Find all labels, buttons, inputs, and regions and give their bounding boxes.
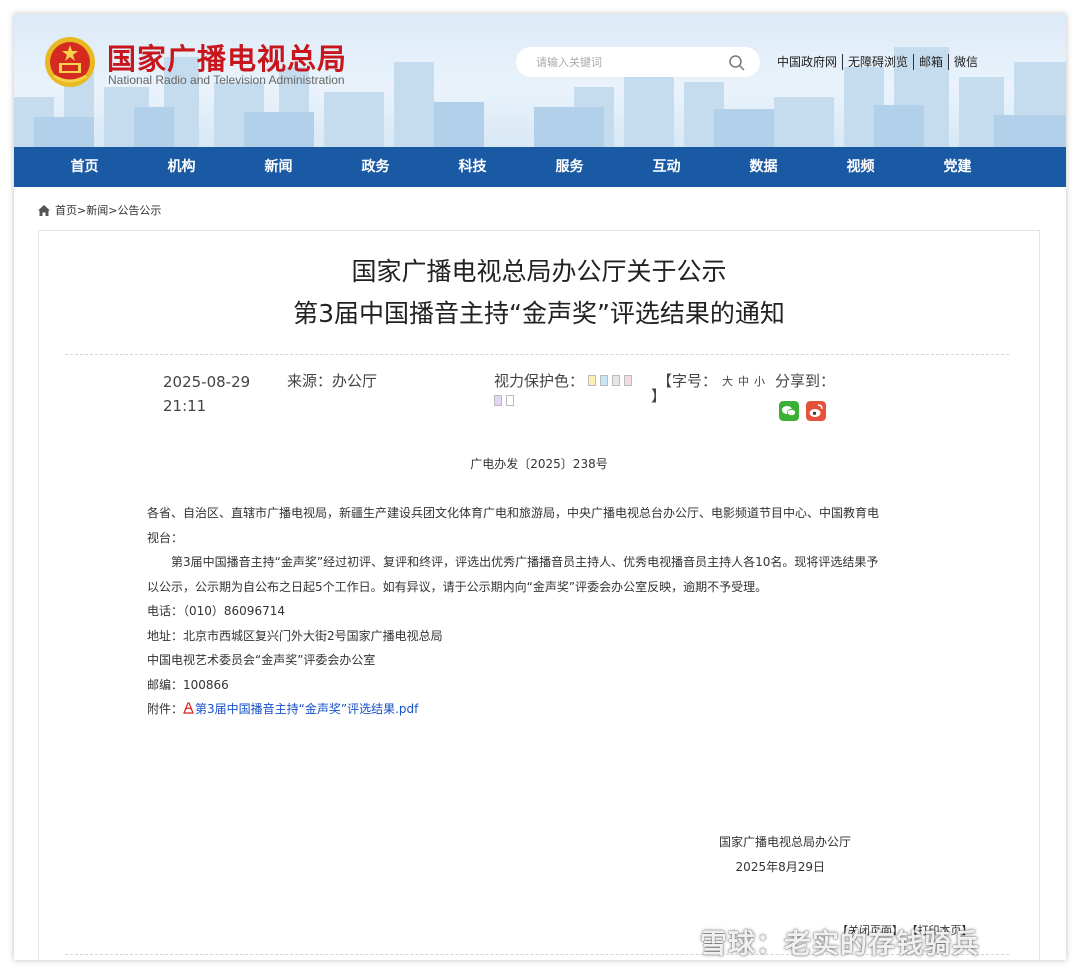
weibo-share-icon[interactable] — [806, 401, 826, 421]
color-swatch-yellow[interactable] — [588, 375, 597, 386]
breadcrumb: 首页> 新闻> 公告公示 — [38, 202, 161, 218]
font-size-control: 【字号： 大 中 小 — [657, 370, 765, 391]
main-paragraph: 第3届中国播音主持“金声奖”经过初评、复评和终评，评选出优秀广播播音员主持人、优… — [147, 555, 879, 594]
signer: 国家广播电视总局办公厅 — [718, 835, 851, 849]
divider — [65, 354, 1009, 355]
contact-phone: 电话：（010）86096714 — [147, 604, 285, 618]
national-emblem-icon — [45, 37, 95, 87]
sign-date: 2025年8月29日 — [735, 860, 825, 874]
main-nav: 首页 机构 新闻 政务 科技 服务 互动 数据 视频 党建 — [14, 147, 1066, 187]
article-source: 来源：办公厅 — [287, 372, 378, 390]
site-title-cn[interactable]: 国家广播电视总局 — [107, 36, 347, 78]
nav-organization[interactable]: 机构 — [133, 147, 230, 187]
nav-technology[interactable]: 科技 — [424, 147, 521, 187]
font-size-small[interactable]: 小 — [754, 373, 765, 389]
nav-news[interactable]: 新闻 — [230, 147, 327, 187]
share-label: 分享到： — [775, 372, 836, 390]
nav-services[interactable]: 服务 — [521, 147, 618, 187]
divider — [842, 53, 844, 70]
nav-interaction[interactable]: 互动 — [618, 147, 715, 187]
recipients: 各省、自治区、直辖市广播电视局，新疆生产建设兵团文化体育广电和旅游局，中央广播电… — [147, 506, 880, 545]
divider — [913, 53, 915, 70]
color-swatch-gray[interactable] — [612, 375, 621, 386]
eye-protection-colors: 视力保护色： — [494, 370, 633, 391]
watermark: 雪球：老实的存钱骑兵 — [700, 929, 980, 960]
document-number: 广电办发〔2025〕238号 — [470, 457, 608, 471]
font-size-large[interactable]: 大 — [722, 373, 733, 389]
link-wechat[interactable]: 微信 — [954, 53, 978, 70]
nav-government[interactable]: 政务 — [327, 147, 424, 187]
attachment: 附件： 第3届中国播音主持“金声奖”评选结果.pdf — [147, 697, 885, 722]
pdf-icon — [183, 702, 194, 714]
article-title-line1: 国家广播电视总局办公厅关于公示 — [351, 257, 727, 286]
nav-video[interactable]: 视频 — [812, 147, 909, 187]
color-swatch-white[interactable] — [506, 395, 514, 406]
link-accessibility[interactable]: 无障碍浏览 — [848, 53, 908, 70]
browser-page: 国家广播电视总局 National Radio and Television A… — [14, 14, 1066, 960]
search-input[interactable] — [536, 47, 716, 77]
wechat-share-icon[interactable] — [779, 401, 799, 421]
attachment-label: 附件： — [147, 702, 184, 716]
breadcrumb-notices[interactable]: 公告公示 — [117, 202, 161, 218]
top-links: 中国政府网 无障碍浏览 邮箱 微信 — [777, 53, 978, 70]
contact-address-line2: 中国电视艺术委员会“金声奖”评委会办公室 — [147, 653, 376, 667]
publish-date: 2025-08-29 21:11 — [163, 373, 251, 415]
color-swatch-pink[interactable] — [624, 375, 633, 386]
attachment-link[interactable]: 第3届中国播音主持“金声奖”评选结果.pdf — [195, 702, 418, 716]
eye-protection-label: 视力保护色： — [494, 372, 585, 390]
site-header: 国家广播电视总局 National Radio and Television A… — [14, 14, 1066, 147]
divider — [948, 53, 950, 70]
nav-data[interactable]: 数据 — [715, 147, 812, 187]
link-mail[interactable]: 邮箱 — [919, 53, 943, 70]
breadcrumb-home[interactable]: 首页> — [55, 202, 86, 218]
color-swatch-blue[interactable] — [600, 375, 609, 386]
article-body: 各省、自治区、直辖市广播电视局，新疆生产建设兵团文化体育广电和旅游局，中央广播电… — [147, 501, 885, 722]
font-size-close-bracket: 】 — [651, 387, 667, 405]
contact-address: 地址：北京市西城区复兴门外大街2号国家广播电视总局 — [147, 628, 443, 643]
site-title-en: National Radio and Television Administra… — [108, 73, 345, 87]
home-icon — [38, 204, 50, 216]
search-icon[interactable] — [728, 54, 746, 72]
article-title: 国家广播电视总局办公厅关于公示 第3届中国播音主持“金声奖”评选结果的通知 — [39, 251, 1039, 335]
font-size-medium[interactable]: 中 — [738, 373, 749, 389]
nav-home[interactable]: 首页 — [36, 147, 133, 187]
article-title-line2: 第3届中国播音主持“金声奖”评选结果的通知 — [293, 299, 785, 328]
eye-protection-colors-row2 — [494, 395, 514, 406]
contact-postcode: 邮编：100866 — [147, 677, 229, 692]
share-icons — [779, 401, 833, 421]
breadcrumb-news[interactable]: 新闻> — [86, 202, 117, 218]
search-box — [516, 47, 760, 77]
nav-party[interactable]: 党建 — [909, 147, 1006, 187]
article-container: 国家广播电视总局办公厅关于公示 第3届中国播音主持“金声奖”评选结果的通知 20… — [38, 230, 1040, 960]
link-gov[interactable]: 中国政府网 — [777, 53, 837, 70]
color-swatch-purple[interactable] — [494, 395, 502, 406]
